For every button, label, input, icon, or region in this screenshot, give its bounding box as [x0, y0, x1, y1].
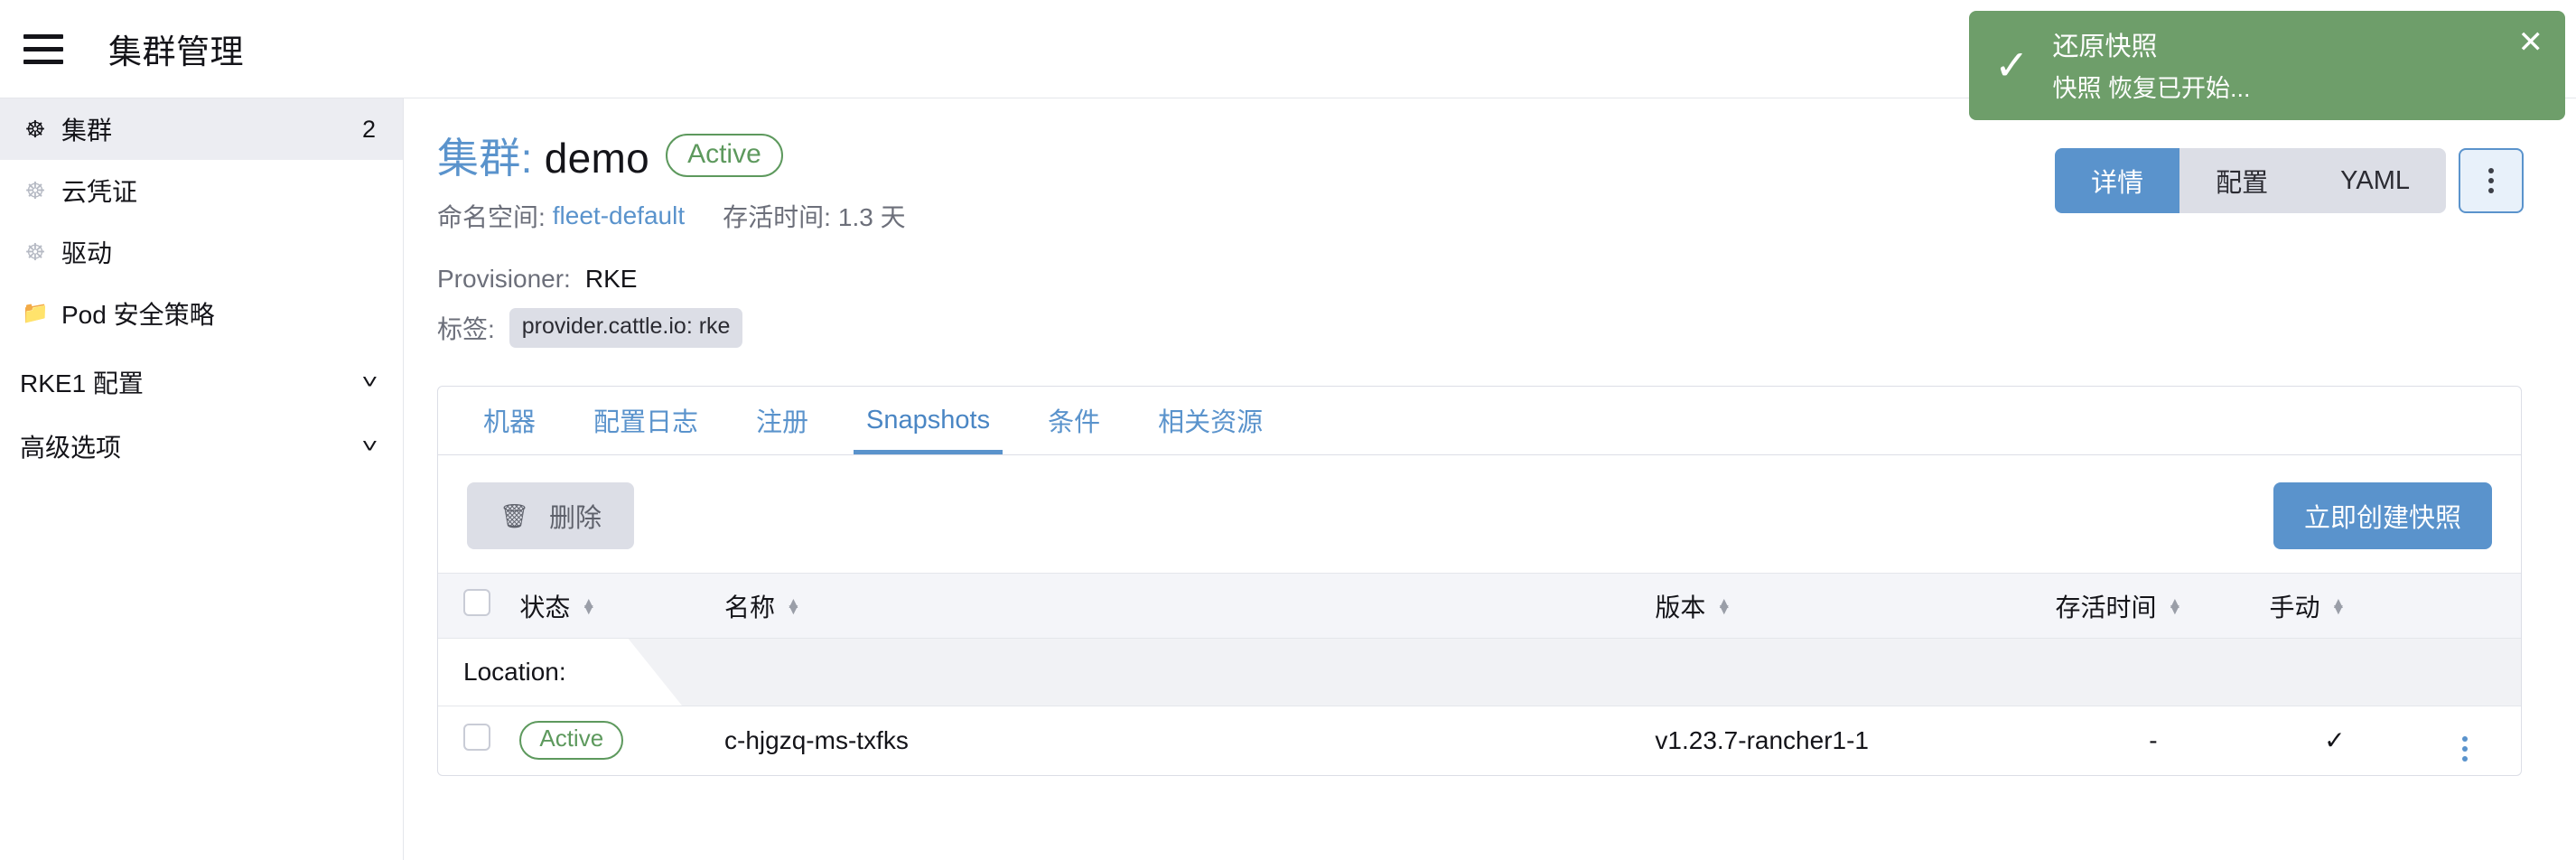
tab-bar: 机器 配置日志 注册 Snapshots 条件 相关资源: [438, 387, 2521, 455]
globe-icon: ☸: [24, 177, 46, 204]
row-state-cell: Active: [510, 706, 715, 775]
view-detail-button[interactable]: 详情: [2055, 148, 2180, 213]
column-label: 存活时间: [2055, 593, 2157, 622]
sidebar-group-rke1-config[interactable]: RKE1 配置 ˅: [0, 350, 403, 414]
sidebar: ☸ 集群 2 ☸ 云凭证 ☸ 驱动 📁 Pod 安全策略 RKE1 配置 ˅ 高…: [0, 98, 404, 860]
namespace-link[interactable]: fleet-default: [553, 201, 685, 230]
column-header-name[interactable]: 名称 ▲ ▼: [715, 573, 1647, 639]
label-chip: provider.cattle.io: rke: [509, 308, 743, 348]
row-age-cell: -: [2149, 725, 2158, 754]
sort-icon[interactable]: ▲ ▼: [1716, 595, 1731, 617]
table-group-row: Location:: [438, 638, 2521, 706]
row-kebab-menu-icon[interactable]: [2462, 736, 2469, 762]
labels-row: 标签: provider.cattle.io: rke: [437, 308, 2524, 348]
column-header-manual[interactable]: 手动 ▲ ▼: [2260, 573, 2410, 639]
tab-registration[interactable]: 注册: [727, 386, 837, 454]
sidebar-item-label: 云凭证: [61, 178, 138, 206]
sidebar-item-count: 2: [361, 115, 376, 143]
delete-button-label: 删除: [549, 504, 602, 533]
sidebar-group-label: RKE1 配置: [20, 369, 144, 397]
column-header-state[interactable]: 状态 ▲ ▼: [510, 573, 716, 639]
sidebar-item-label: 驱动: [61, 239, 113, 267]
details-card: 机器 配置日志 注册 Snapshots 条件 相关资源 🗑 删除 立即创建快照: [437, 386, 2522, 776]
provisioner-row: Provisioner: RKE: [437, 265, 2524, 294]
view-config-button[interactable]: 配置: [2179, 148, 2305, 213]
table-toolbar: 🗑 删除 立即创建快照: [438, 455, 2521, 573]
namespace-label: 命名空间:: [437, 203, 546, 231]
tab-conditions[interactable]: 条件: [1019, 386, 1129, 454]
create-snapshot-button[interactable]: 立即创建快照: [2273, 482, 2492, 549]
page-title-name: demo: [544, 135, 650, 182]
row-name-cell[interactable]: c-hjgzq-ms-txfks: [715, 706, 1646, 775]
tab-related-resources[interactable]: 相关资源: [1129, 386, 1292, 454]
tab-machines[interactable]: 机器: [454, 386, 565, 454]
hamburger-icon[interactable]: [23, 33, 63, 64]
toast-body: 还原快照 快照 恢复已开始...: [2053, 25, 2495, 104]
sort-icon[interactable]: ▲ ▼: [2167, 595, 2182, 617]
column-label: 版本: [1655, 593, 1706, 622]
sidebar-item-label: 集群: [61, 117, 113, 145]
status-badge: Active: [519, 721, 624, 761]
column-label: 名称: [724, 593, 776, 622]
delete-button[interactable]: 🗑 删除: [467, 482, 635, 549]
globe-icon: ☸: [24, 238, 46, 266]
toast-title: 还原快照: [2052, 33, 2158, 61]
column-header-version[interactable]: 版本 ▲ ▼: [1646, 573, 2047, 639]
close-icon[interactable]: ✕: [2518, 27, 2544, 58]
check-icon: ✓: [1994, 41, 2030, 89]
column-label: 手动: [2269, 593, 2320, 622]
app-title: 集群管理: [108, 33, 244, 70]
row-select-cell: [438, 706, 510, 775]
sort-icon[interactable]: ▲ ▼: [581, 595, 596, 617]
page-title-prefix: 集群:: [437, 135, 533, 182]
sidebar-item-cloud-credentials[interactable]: ☸ 云凭证: [0, 160, 403, 221]
table-group-cell: Location:: [438, 638, 2521, 706]
table-head: 状态 ▲ ▼ 名称 ▲ ▼ 版本 ▲ ▼ 存活时间 ▲ ▼ 手动 ▲ ▼: [438, 573, 2521, 639]
sidebar-item-pod-security-policy[interactable]: 📁 Pod 安全策略: [0, 283, 403, 344]
app-root: 集群管理 ☸ 集群 2 ☸ 云凭证 ☸ 驱动 📁 Pod 安全策略 RKE1 配…: [0, 0, 2576, 860]
provisioner-value: RKE: [584, 265, 638, 293]
column-header-actions: [2409, 573, 2521, 639]
labels-label: 标签:: [437, 315, 495, 343]
table-body: Location: Active c-hjgzq-ms-txfks v1.23.…: [438, 638, 2521, 775]
sidebar-item-drivers[interactable]: ☸ 驱动: [0, 221, 403, 283]
toast-message: 快照 恢复已开始...: [2052, 75, 2251, 102]
sort-icon[interactable]: ▲ ▼: [2330, 595, 2346, 617]
column-header-age[interactable]: 存活时间 ▲ ▼: [2046, 573, 2261, 639]
row-manual-cell: ✓: [2324, 726, 2346, 755]
sort-icon[interactable]: ▲ ▼: [786, 595, 801, 617]
table-row[interactable]: Active c-hjgzq-ms-txfks v1.23.7-rancher1…: [438, 706, 2521, 775]
page-title-text: 集群: demo: [437, 126, 649, 185]
status-badge: Active: [666, 134, 783, 177]
chevron-down-icon: ˅: [361, 434, 378, 457]
sidebar-group-advanced[interactable]: 高级选项 ˅: [0, 414, 403, 478]
row-checkbox[interactable]: [463, 724, 490, 752]
age-value: 1.3 天: [837, 203, 906, 231]
select-all-header: [438, 573, 511, 639]
group-label: Location:: [438, 639, 682, 706]
sidebar-group-label: 高级选项: [20, 433, 122, 462]
kebab-menu-icon[interactable]: [2459, 148, 2524, 213]
tab-snapshots[interactable]: Snapshots: [837, 386, 1019, 454]
column-label: 状态: [519, 593, 571, 622]
sidebar-item-clusters[interactable]: ☸ 集群 2: [0, 98, 403, 160]
view-mode-segmented-control: 详情 配置 YAML: [2055, 148, 2446, 213]
sidebar-item-label: Pod 安全策略: [61, 301, 215, 329]
row-actions-cell: [2409, 706, 2521, 775]
select-all-checkbox[interactable]: [463, 589, 490, 616]
trash-icon: 🗑: [499, 501, 530, 529]
age-label: 存活时间:: [723, 203, 831, 231]
globe-icon: ☸: [24, 116, 46, 143]
tab-config-log[interactable]: 配置日志: [565, 386, 727, 454]
chevron-down-icon: ˅: [361, 369, 378, 393]
provisioner-label: Provisioner:: [437, 265, 571, 293]
action-buttons: 详情 配置 YAML: [2055, 148, 2524, 213]
snapshots-table: 状态 ▲ ▼ 名称 ▲ ▼ 版本 ▲ ▼ 存活时间 ▲ ▼ 手动 ▲ ▼ Loc…: [438, 573, 2521, 775]
toast-notification: ✓ 还原快照 快照 恢复已开始... ✕: [1969, 11, 2565, 120]
table-header-row: 状态 ▲ ▼ 名称 ▲ ▼ 版本 ▲ ▼ 存活时间 ▲ ▼ 手动 ▲ ▼: [438, 573, 2521, 639]
folder-icon: 📁: [22, 301, 49, 325]
view-yaml-button[interactable]: YAML: [2304, 148, 2446, 213]
row-version-cell: v1.23.7-rancher1-1: [1655, 725, 1869, 754]
